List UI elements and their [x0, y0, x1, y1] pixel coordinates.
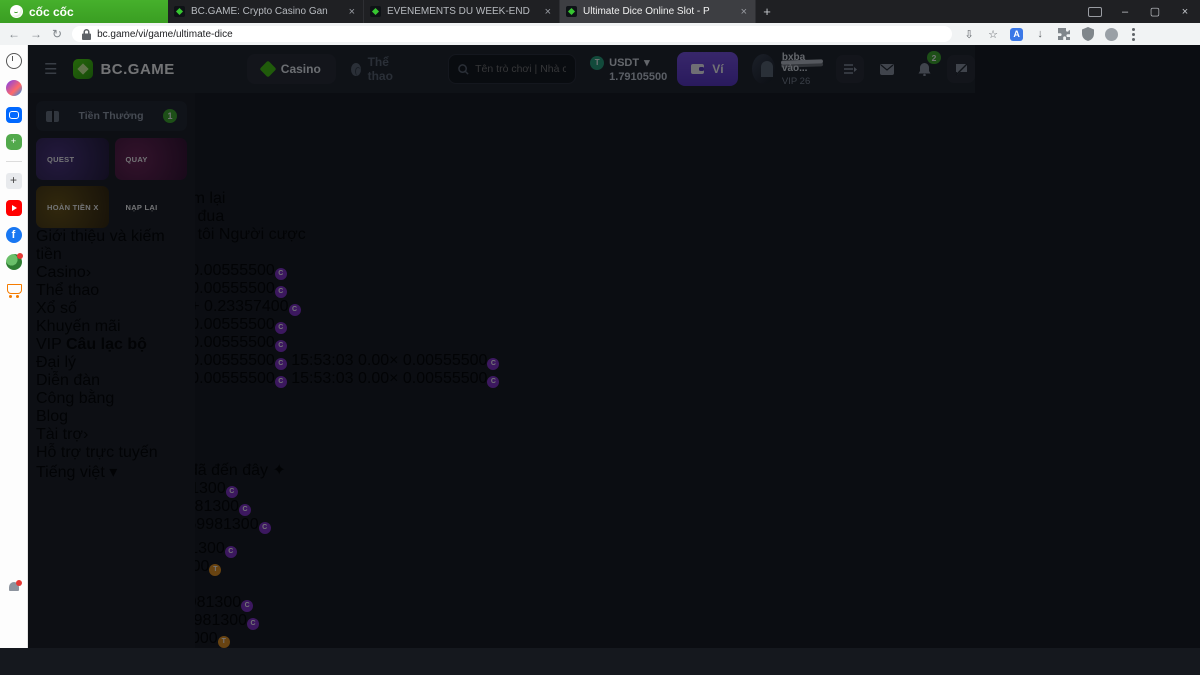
browser-tabstrip: cốc cốc BC.GAME: Crypto Casino Gan × ÉVÈ…	[0, 0, 1200, 23]
coccoc-brand[interactable]: cốc cốc	[0, 0, 168, 23]
messenger-icon[interactable]	[5, 80, 22, 96]
youtube-icon[interactable]	[5, 200, 22, 216]
cast-device-icon[interactable]	[1088, 6, 1102, 17]
tab-close-icon[interactable]: ×	[739, 6, 749, 18]
new-tab-button[interactable]: +	[756, 0, 778, 23]
browser-toolbar: ← → ↻ bc.game/vi/game/ultimate-dice ⇩ ☆ …	[0, 23, 1200, 45]
lock-icon	[82, 28, 92, 40]
tab-ultimate-dice[interactable]: Ultimate Dice Online Slot - P ×	[560, 0, 756, 23]
shopping-icon[interactable]	[6, 281, 22, 298]
tab-close-icon[interactable]: ×	[347, 6, 357, 18]
downloads-icon[interactable]: ↓	[1033, 27, 1047, 41]
browser-side-rail: + f	[0, 45, 28, 648]
save-page-icon[interactable]: ⇩	[962, 27, 976, 41]
back-icon[interactable]: ←	[8, 27, 20, 41]
tab-title: ÉVÈNEMENTS DU WEEK-END	[387, 6, 530, 17]
forward-icon[interactable]: →	[30, 27, 42, 41]
tab-title: BC.GAME: Crypto Casino Gan	[191, 6, 328, 17]
football-icon[interactable]	[5, 253, 23, 270]
bcgame-site: ☰ BC.GAME Casino Thể thao T USDT	[28, 45, 1200, 648]
window-controls: – ▢ ×	[1088, 0, 1200, 23]
screen: cốc cốc BC.GAME: Crypto Casino Gan × ÉVÈ…	[0, 0, 1200, 675]
shield-icon[interactable]	[1081, 27, 1095, 41]
address-bar[interactable]: bc.game/vi/game/ultimate-dice	[72, 26, 953, 42]
window-close-button[interactable]: ×	[1170, 0, 1200, 23]
extensions-puzzle-icon[interactable]	[1057, 27, 1071, 41]
modal-backdrop[interactable]	[28, 45, 1200, 648]
reload-icon[interactable]: ↻	[52, 27, 62, 41]
tab-close-icon[interactable]: ×	[543, 6, 553, 18]
zalo-icon[interactable]	[5, 107, 22, 123]
browser-menu-icon[interactable]	[1132, 32, 1136, 36]
bcgame-favicon	[370, 6, 381, 17]
add-shortcut-icon[interactable]: +	[5, 173, 22, 189]
bookmark-star-icon[interactable]: ☆	[986, 27, 1000, 41]
games-icon[interactable]	[5, 134, 22, 150]
tab-bcgame-home[interactable]: BC.GAME: Crypto Casino Gan ×	[168, 0, 364, 23]
facebook-icon[interactable]: f	[5, 227, 22, 243]
tab-title: Ultimate Dice Online Slot - P	[583, 6, 710, 17]
coccoc-brand-label: cốc cốc	[29, 4, 74, 19]
translate-icon[interactable]: A	[1010, 27, 1024, 41]
window-maximize-button[interactable]: ▢	[1140, 0, 1170, 23]
history-icon[interactable]	[5, 53, 22, 69]
coccoc-mascot-icon	[10, 5, 23, 18]
window-minimize-button[interactable]: –	[1110, 0, 1140, 23]
url-text: bc.game/vi/game/ultimate-dice	[97, 28, 233, 40]
tab-events[interactable]: ÉVÈNEMENTS DU WEEK-END ×	[364, 0, 560, 23]
bcgame-favicon	[174, 6, 185, 17]
bcgame-favicon	[566, 6, 577, 17]
divider	[5, 161, 22, 162]
profile-avatar-icon[interactable]	[1105, 27, 1119, 41]
notification-bell-icon[interactable]	[6, 580, 22, 596]
